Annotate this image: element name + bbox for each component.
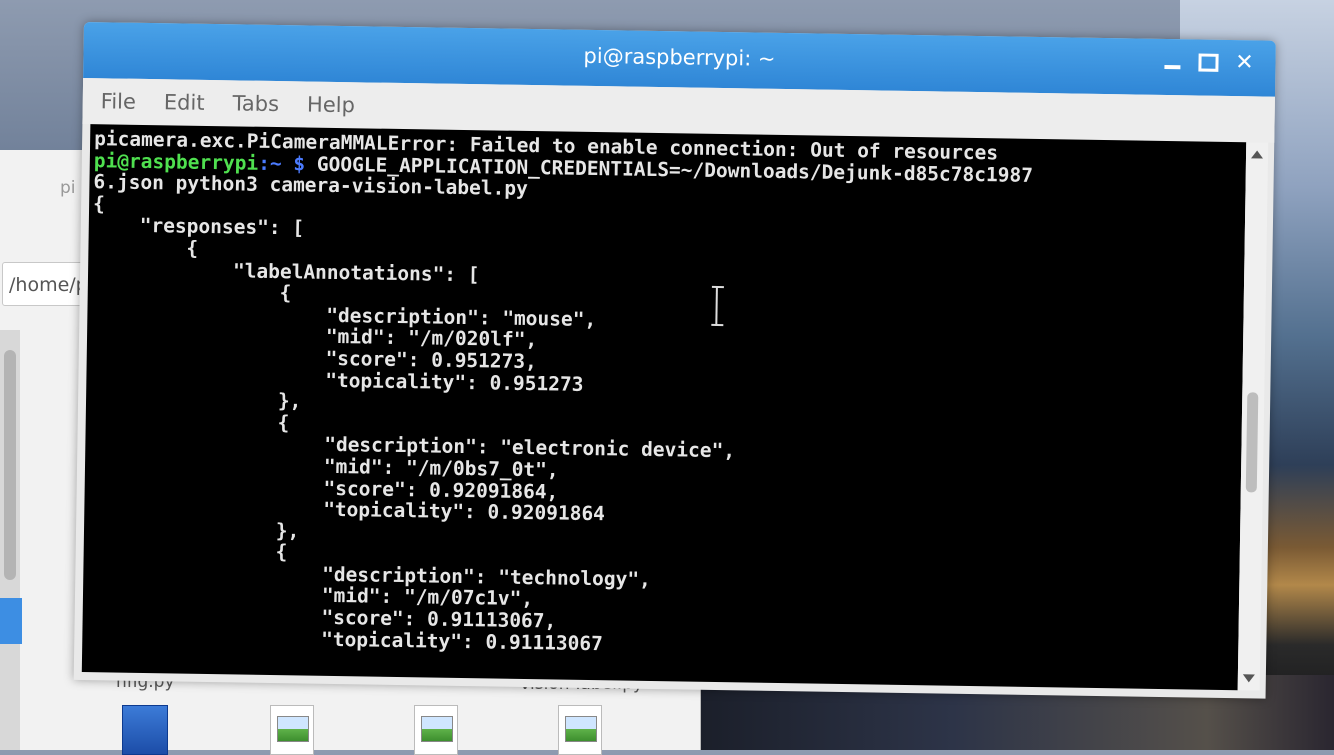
menu-tabs[interactable]: Tabs <box>232 91 279 116</box>
image-icon <box>421 716 453 742</box>
terminal-screen[interactable]: picamera.exc.PiCameraMMALError: Failed t… <box>81 124 1247 691</box>
image-icon <box>277 716 309 742</box>
image-file-icon[interactable] <box>270 705 314 755</box>
window-controls: ✕ <box>1161 50 1255 75</box>
json-output: { "responses": [ { "labelAnnotations": [… <box>86 191 736 655</box>
maximize-icon[interactable] <box>1197 51 1219 73</box>
terminal-window: pi@raspberrypi: ~ ✕ File Edit Tabs Help … <box>73 22 1276 699</box>
prompt-path: :~ $ <box>258 151 306 176</box>
scrollbar-thumb[interactable] <box>4 350 16 580</box>
file-manager-scrollbar[interactable] <box>0 330 20 750</box>
image-file-icon[interactable] <box>558 705 602 755</box>
scroll-up-icon[interactable] <box>1251 150 1264 159</box>
close-icon[interactable]: ✕ <box>1233 50 1255 75</box>
terminal-title: pi@raspberrypi: ~ <box>583 43 776 71</box>
file-manager-selected-item[interactable] <box>0 598 22 644</box>
terminal-output: picamera.exc.PiCameraMMALError: Failed t… <box>82 124 1246 664</box>
file-manager-title: pi <box>60 178 76 198</box>
menu-edit[interactable]: Edit <box>164 90 205 115</box>
file-icon[interactable] <box>122 705 168 755</box>
scrollbar-thumb[interactable] <box>1245 392 1259 493</box>
scroll-down-icon[interactable] <box>1242 674 1255 683</box>
menu-help[interactable]: Help <box>307 93 355 118</box>
image-file-icon[interactable] <box>414 705 458 755</box>
text-cursor-icon <box>715 285 722 327</box>
minimize-icon[interactable] <box>1161 51 1183 73</box>
image-icon <box>565 716 597 742</box>
menu-file[interactable]: File <box>101 89 137 114</box>
